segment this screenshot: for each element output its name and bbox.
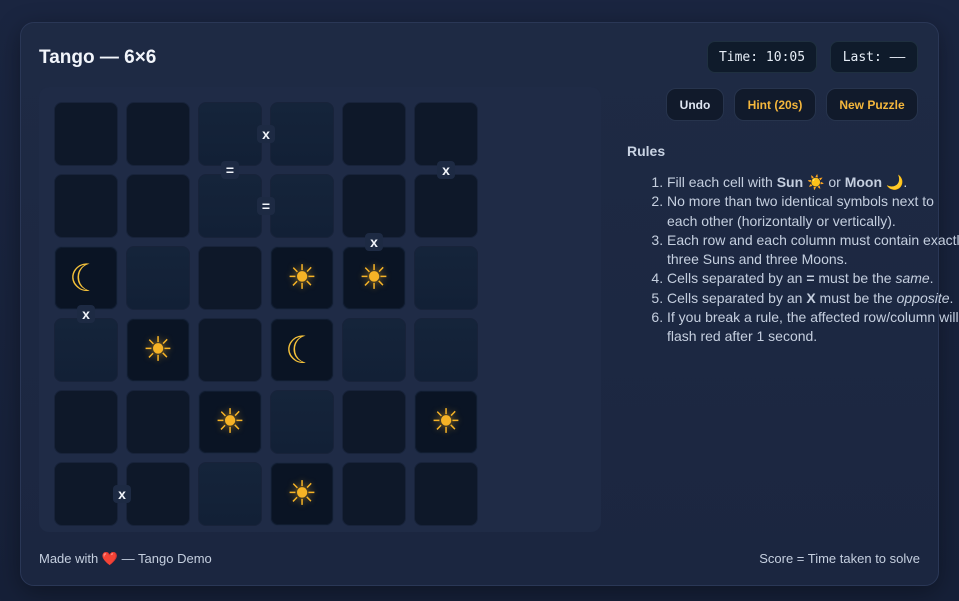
board-cell-r1-c4[interactable] [342, 174, 406, 238]
board-cell-r2-c1[interactable] [126, 246, 190, 310]
board-cell-r4-c1[interactable] [126, 390, 190, 454]
board-cell-r0-c1[interactable] [126, 102, 190, 166]
board-cell-r2-c5[interactable] [414, 246, 478, 310]
board-cell-r5-c4[interactable] [342, 462, 406, 526]
board-cell-r0-c5[interactable] [414, 102, 478, 166]
board-cell-r3-c2[interactable] [198, 318, 262, 382]
board-cell-r4-c2[interactable]: ☀ [198, 390, 262, 454]
board-cell-r3-c5[interactable] [414, 318, 478, 382]
hint-button[interactable]: Hint (20s) [734, 88, 816, 121]
footer-credit: Made with ❤️ — Tango Demo [39, 551, 212, 566]
moon-icon: ☾ [284, 328, 320, 372]
board-cell-r5-c1[interactable] [126, 462, 190, 526]
board-cell-r2-c2[interactable] [198, 246, 262, 310]
heart-icon: ❤️ [101, 551, 119, 566]
rules-list: Fill each cell with Sun ☀️ or Moon 🌙. No… [627, 173, 959, 347]
board-cell-r2-c0[interactable]: ☾ [54, 246, 118, 310]
sun-icon: ☀️ [807, 174, 825, 190]
equal-constraint-marker: = [257, 197, 275, 215]
last-score: Last: –– [830, 41, 918, 73]
board-cell-r5-c3[interactable]: ☀ [270, 462, 334, 526]
board-cell-r1-c2[interactable] [198, 174, 262, 238]
opposite-constraint-marker: x [437, 161, 455, 179]
undo-button[interactable]: Undo [666, 88, 724, 121]
sun-icon: ☀ [142, 330, 174, 370]
sun-icon: ☀ [286, 474, 318, 514]
equal-constraint-marker: = [221, 161, 239, 179]
sun-icon: ☀ [358, 258, 390, 298]
board-cell-r1-c1[interactable] [126, 174, 190, 238]
board-cell-r4-c0[interactable] [54, 390, 118, 454]
rule-6: If you break a rule, the affected row/co… [667, 308, 959, 347]
board-cell-r4-c3[interactable] [270, 390, 334, 454]
board-cell-r3-c4[interactable] [342, 318, 406, 382]
board-cell-r0-c2[interactable] [198, 102, 262, 166]
board-cell-r4-c4[interactable] [342, 390, 406, 454]
board-cell-r4-c5[interactable]: ☀ [414, 390, 478, 454]
sun-icon: ☀ [430, 402, 462, 442]
board-cell-r1-c5[interactable] [414, 174, 478, 238]
moon-icon: 🌙 [885, 174, 904, 190]
rule-1: Fill each cell with Sun ☀️ or Moon 🌙. [667, 173, 959, 192]
board-cell-r5-c2[interactable] [198, 462, 262, 526]
rule-2: No more than two identical symbols next … [667, 192, 959, 231]
board-cell-r1-c0[interactable] [54, 174, 118, 238]
board-cell-r2-c4[interactable]: ☀ [342, 246, 406, 310]
board-cell-r0-c3[interactable] [270, 102, 334, 166]
game-board: ☾ ☀ ☀ ☀ ☾ ☀ ☀ ☀ x = x = x x x [39, 87, 601, 532]
footer-score-note: Score = Time taken to solve [759, 551, 920, 566]
board-cell-r3-c1[interactable]: ☀ [126, 318, 190, 382]
board-cell-r5-c5[interactable] [414, 462, 478, 526]
opposite-constraint-marker: x [365, 233, 383, 251]
board-cell-r3-c0[interactable] [54, 318, 118, 382]
board-cell-r3-c3[interactable]: ☾ [270, 318, 334, 382]
rule-4: Cells separated by an = must be the same… [667, 269, 959, 288]
opposite-constraint-marker: x [77, 305, 95, 323]
new-puzzle-button[interactable]: New Puzzle [826, 88, 918, 121]
board-cell-r2-c3[interactable]: ☀ [270, 246, 334, 310]
opposite-constraint-marker: x [113, 485, 131, 503]
board-cell-r1-c3[interactable] [270, 174, 334, 238]
sun-icon: ☀ [214, 402, 246, 442]
rule-5: Cells separated by an X must be the oppo… [667, 289, 959, 308]
moon-icon: ☾ [68, 256, 104, 300]
board-cell-r0-c4[interactable] [342, 102, 406, 166]
board-cell-r5-c0[interactable] [54, 462, 118, 526]
rule-3: Each row and each column must contain ex… [667, 231, 959, 270]
rules-title: Rules [627, 143, 666, 159]
page-title: Tango — 6×6 [39, 47, 157, 68]
sun-icon: ☀ [286, 258, 318, 298]
opposite-constraint-marker: x [257, 125, 275, 143]
game-card: Tango — 6×6 Time: 10:05 Last: –– Undo Hi… [20, 22, 959, 586]
timer: Time: 10:05 [707, 41, 817, 73]
board-cell-r0-c0[interactable] [54, 102, 118, 166]
